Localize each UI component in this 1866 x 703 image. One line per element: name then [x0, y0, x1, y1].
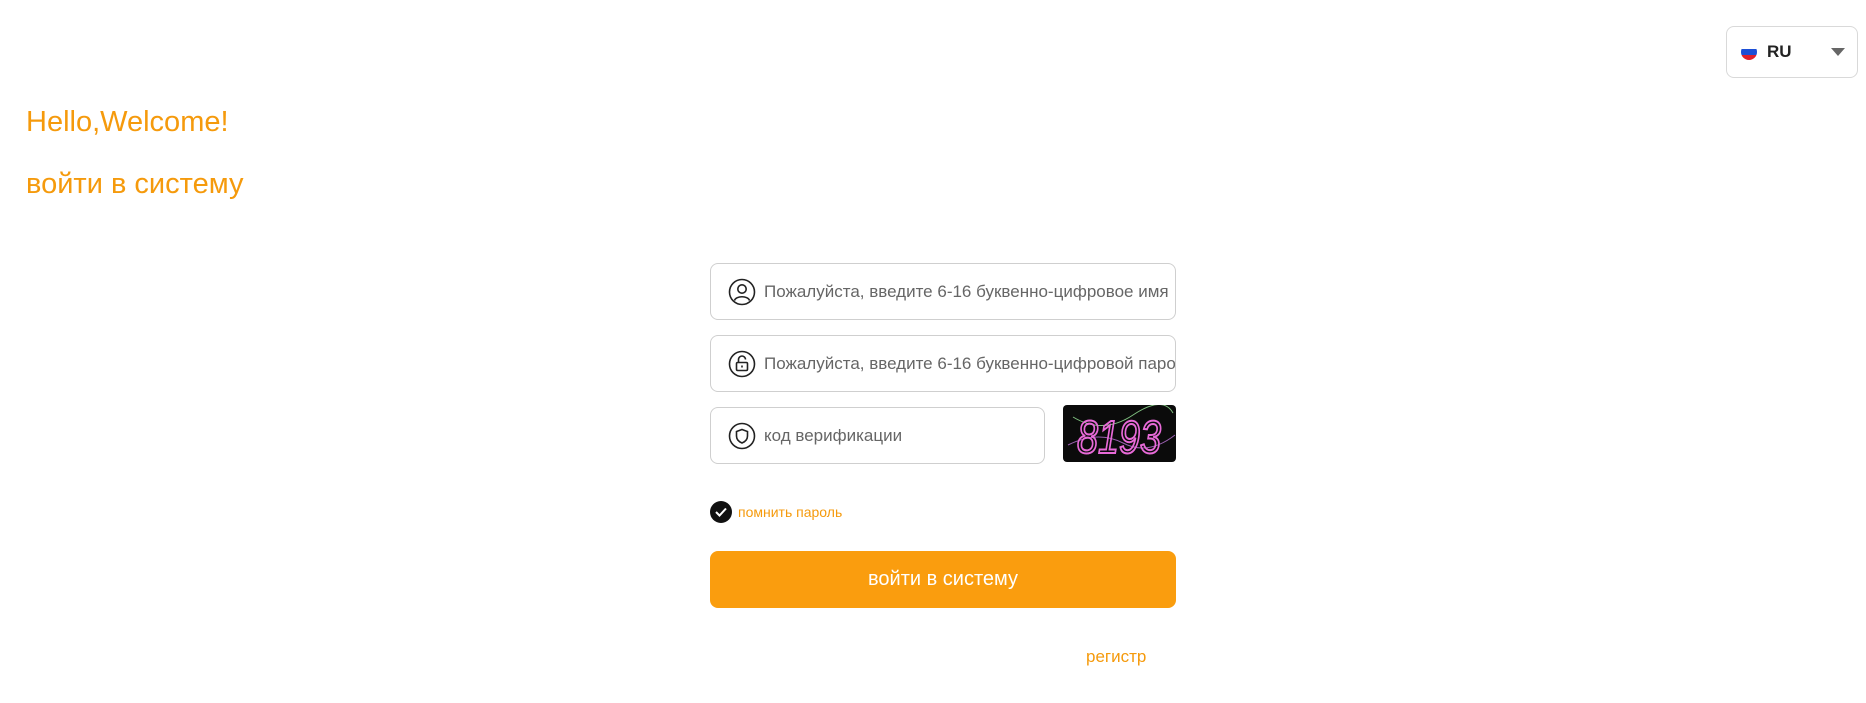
language-code: RU: [1767, 42, 1792, 61]
captcha-input[interactable]: [764, 425, 1044, 446]
login-page: RU Hello,Welcome! войти в систему Пожалу…: [0, 0, 1866, 703]
checkmark-icon: [710, 501, 732, 523]
register-link[interactable]: регистр: [1086, 647, 1146, 667]
language-selector[interactable]: RU: [1726, 26, 1858, 78]
russia-flag-icon: [1741, 44, 1757, 60]
password-field[interactable]: [710, 335, 1176, 392]
captcha-text: 8193: [1077, 411, 1161, 462]
login-button[interactable]: войти в систему: [710, 551, 1176, 608]
user-icon: [728, 278, 756, 306]
chevron-down-icon: [1831, 48, 1845, 56]
captcha-field[interactable]: [710, 407, 1045, 464]
welcome-heading: Hello,Welcome!: [26, 106, 229, 138]
lock-icon: [728, 350, 756, 378]
shield-icon: [728, 422, 756, 450]
remember-password-checkbox[interactable]: помнить пароль: [710, 501, 842, 523]
username-input[interactable]: [764, 281, 1175, 302]
login-subtitle: войти в систему: [26, 168, 244, 200]
captcha-image[interactable]: 8193: [1063, 405, 1176, 462]
username-field[interactable]: [710, 263, 1176, 320]
password-input[interactable]: [764, 353, 1175, 374]
remember-password-label: помнить пароль: [738, 504, 843, 520]
